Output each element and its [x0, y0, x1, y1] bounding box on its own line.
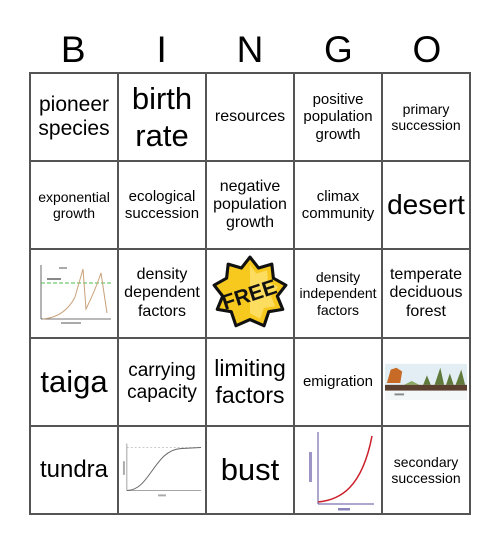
bingo-header: B I N G O [29, 28, 471, 72]
header-letter-n: N [236, 29, 264, 70]
bingo-cell[interactable]: resources [206, 73, 294, 162]
bingo-cell[interactable] [118, 425, 206, 514]
bingo-card: pioneer species birth rate resources pos… [29, 72, 471, 515]
succession-landscape-icon [385, 363, 467, 400]
header-letter-o: O [412, 29, 442, 70]
bingo-cell[interactable]: limiting factors [206, 337, 294, 426]
bingo-cell[interactable]: taiga [30, 337, 118, 426]
bingo-cell[interactable] [30, 249, 118, 338]
logistic-growth-curve-icon [122, 443, 202, 497]
exponential-growth-curve-icon [309, 431, 374, 511]
bingo-cell[interactable]: density independent factors [294, 249, 382, 338]
header-letter-g: G [324, 29, 353, 70]
bingo-cell[interactable]: exponential growth [30, 161, 118, 250]
bingo-cell[interactable]: tundra [30, 425, 118, 514]
cell-text: pioneer species [38, 92, 110, 141]
cell-text: primary succession [391, 101, 461, 134]
bingo-cell[interactable]: positive population growth [294, 73, 382, 162]
bingo-cell[interactable]: temperate deciduous forest [382, 249, 470, 338]
bingo-cell[interactable]: primary succession [382, 73, 470, 162]
cell-text: bust [220, 452, 280, 488]
cell-text: positive population growth [303, 91, 373, 143]
cell-text: secondary succession [391, 453, 461, 486]
bingo-cell[interactable] [294, 425, 382, 514]
cell-text: emigration [302, 373, 374, 391]
cell-text: density independent factors [299, 269, 377, 318]
bingo-cell[interactable]: birth rate [118, 73, 206, 162]
cell-text: ecological succession [124, 188, 200, 223]
cell-text: resources [214, 107, 286, 125]
bingo-cell[interactable]: bust [206, 425, 294, 514]
bingo-cell[interactable]: density dependent factors [118, 249, 206, 338]
bingo-cell[interactable]: secondary succession [382, 425, 470, 514]
cell-text: temperate deciduous forest [389, 265, 463, 320]
cell-text: tundra [39, 456, 109, 484]
bingo-cell[interactable] [382, 337, 470, 426]
population-overshoot-graph-icon [40, 265, 111, 325]
bingo-cell[interactable]: emigration [294, 337, 382, 426]
bingo-cell[interactable]: pioneer species [30, 73, 118, 162]
cell-text: density dependent factors [124, 265, 200, 320]
cell-text: limiting factors [214, 355, 286, 408]
bingo-cell[interactable]: ecological succession [118, 161, 206, 250]
header-letter-b: B [60, 29, 86, 70]
free-cell[interactable]: FREE [206, 249, 294, 338]
cell-text: birth rate [131, 80, 193, 154]
bingo-cell[interactable]: climax community [294, 161, 382, 250]
bingo-cell[interactable]: carrying capacity [118, 337, 206, 426]
free-badge-icon: FREE [212, 256, 288, 328]
cell-text: climax community [301, 188, 375, 223]
cell-text: taiga [40, 364, 108, 400]
cell-text: desert [387, 189, 465, 221]
header-letter-i: I [156, 29, 167, 70]
bingo-cell[interactable]: negative population growth [206, 161, 294, 250]
cell-text: negative population growth [213, 177, 287, 232]
cell-text: exponential growth [38, 189, 110, 222]
cell-text: carrying capacity [127, 359, 197, 403]
bingo-cell[interactable]: desert [382, 161, 470, 250]
